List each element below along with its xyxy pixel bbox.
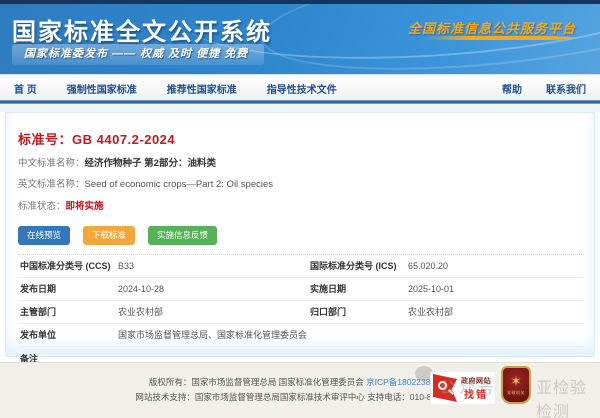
nav-item-guiding-documents[interactable]: 指导性技术文件 (267, 81, 337, 96)
issuing-unit-value: 国家市场监督管理总局、国家标准化管理委员会 (118, 328, 584, 341)
cn-name-value: 经济作物种子 第2部分：油料类 (85, 158, 216, 169)
download-standard-button[interactable]: 下载标准 (83, 226, 135, 245)
error-badge-line2: 找错 (461, 386, 491, 401)
competent-dept-value: 农业农村部 (118, 305, 308, 318)
implement-date-value: 2025-10-01 (408, 284, 584, 294)
site-title: 国家标准全文公开系统 (12, 12, 272, 47)
site-subtitle: 国家标准委发布 —— 权威 及时 便捷 免费 (12, 44, 264, 65)
ccs-value: B33 (118, 261, 308, 271)
error-badge-line1: 政府网站 (461, 376, 491, 386)
issuing-unit-label: 发布单位 (18, 328, 118, 341)
action-button-row: 在线预览 下载标准 实施信息反馈 (18, 226, 584, 245)
standard-detail-table: 中国标准分类号 (CCS) B33 国际标准分类号 (ICS) 65.020.2… (18, 255, 584, 370)
nav-item-home[interactable]: 首 页 (14, 81, 37, 96)
emblem-band-text: 党政机关 (507, 390, 525, 396)
slogan-underline-decoration (424, 36, 574, 40)
site-header: 国家标准全文公开系统 国家标准委发布 —— 权威 及时 便捷 免费 全国标准信息… (0, 4, 600, 75)
party-gov-agency-emblem[interactable]: ✶ 党政机关 (501, 366, 531, 404)
cn-name-label: 中文标准名称： (18, 158, 85, 169)
platform-slogan-link[interactable]: 全国标准信息公共服务平台 (408, 18, 576, 37)
nav-item-recommended-standards[interactable]: 推荐性国家标准 (167, 81, 237, 96)
publish-date-value: 2024-10-28 (118, 284, 308, 294)
publish-date-label: 发布日期 (18, 282, 118, 295)
page: 国家标准全文公开系统 国家标准委发布 —— 权威 及时 便捷 免费 全国标准信息… (0, 0, 600, 418)
status-line: 标准状态：即将实施 (18, 202, 584, 212)
standard-number-label: 标准号： (18, 132, 72, 147)
ics-value: 65.020.20 (408, 261, 584, 271)
en-name-value: Seed of economic crops—Part 2: Oil speci… (85, 179, 274, 190)
status-badge: 即将实施 (66, 201, 104, 212)
main-navbar: 首 页 强制性国家标准 推荐性国家标准 指导性技术文件 帮助 联系我们 (0, 76, 600, 100)
nav-item-help[interactable]: 帮助 (502, 81, 522, 96)
status-label: 标准状态： (18, 201, 66, 212)
centralized-dept-label: 归口部门 (308, 305, 408, 318)
table-row: 中国标准分类号 (CCS) B33 国际标准分类号 (ICS) 65.020.2… (18, 255, 584, 278)
cn-name-line: 中文标准名称：经济作物种子 第2部分：油料类 (18, 159, 584, 169)
centralized-dept-value: 农业农村部 (408, 305, 584, 318)
table-row: 发布日期 2024-10-28 实施日期 2025-10-01 (18, 278, 584, 301)
standard-detail-panel: 标准号：GB 4407.2-2024 中文标准名称：经济作物种子 第2部分：油料… (5, 112, 595, 357)
implement-date-label: 实施日期 (308, 282, 408, 295)
online-preview-button[interactable]: 在线预览 (18, 226, 70, 245)
copyright-text: 版权所有：国家市场监督管理总局 国家标准化管理委员会 (149, 377, 366, 387)
competent-dept-label: 主管部门 (18, 305, 118, 318)
ccs-label: 中国标准分类号 (CCS) (18, 259, 118, 272)
table-row: 发布单位 国家市场监督管理总局、国家标准化管理委员会 (18, 324, 584, 347)
nav-item-contact[interactable]: 联系我们 (546, 81, 586, 96)
magnifier-icon (438, 381, 447, 390)
standard-number-value: GB 4407.2-2024 (72, 132, 175, 147)
emblem-star-icon: ✶ (510, 374, 522, 388)
error-badge-text: 政府网站 找错 (461, 376, 491, 401)
error-flag-icon (433, 374, 457, 402)
standard-number-line: 标准号：GB 4407.2-2024 (18, 129, 584, 148)
en-name-line: 英文标准名称：Seed of economic crops—Part 2: Oi… (18, 180, 584, 190)
ics-label: 国际标准分类号 (ICS) (308, 259, 408, 272)
sub-strip (0, 104, 600, 112)
gov-site-error-report-badge[interactable]: 政府网站 找错 (430, 371, 496, 405)
implementation-feedback-button[interactable]: 实施信息反馈 (148, 226, 217, 245)
nav-item-mandatory-standards[interactable]: 强制性国家标准 (67, 81, 137, 96)
en-name-label: 英文标准名称： (18, 179, 85, 190)
table-row: 主管部门 农业农村部 归口部门 农业农村部 (18, 301, 584, 324)
